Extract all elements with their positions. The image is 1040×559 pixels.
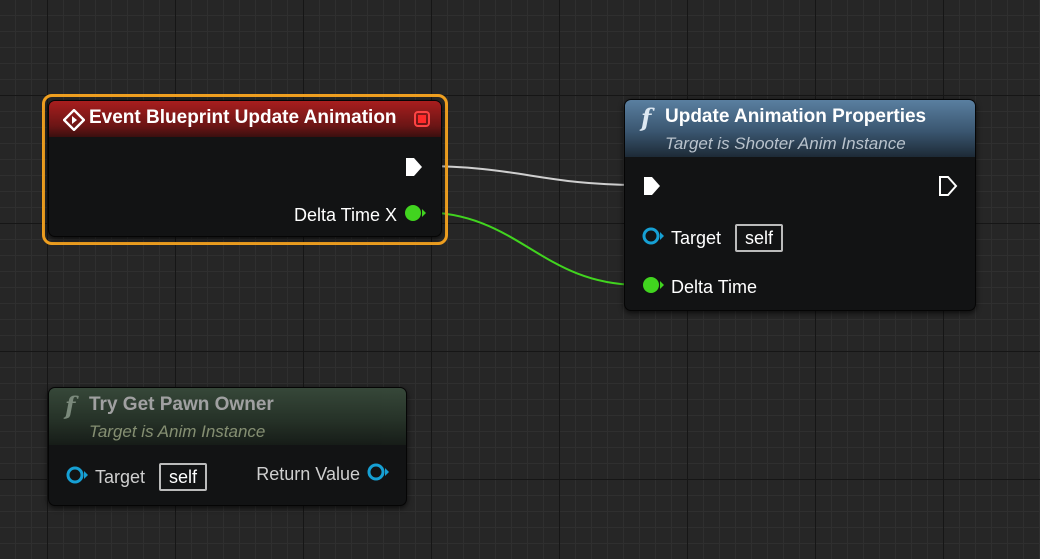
object-input-pin-icon[interactable]	[65, 465, 89, 490]
object-output-pin-icon[interactable]	[366, 462, 390, 487]
event-diamond-icon	[62, 108, 86, 137]
update-props-header: f Update Animation Properties Target is …	[625, 100, 975, 157]
stop-replicate-icon	[413, 110, 431, 134]
blueprint-graph-canvas[interactable]: Event Blueprint Update Animation Delta T…	[0, 0, 1040, 559]
try-get-pawn-target-label: Target	[95, 466, 146, 487]
try-get-pawn-target-row: Target self	[65, 463, 208, 491]
exec-output-pin-icon[interactable]	[403, 155, 425, 184]
update-props-target-label: Target	[671, 227, 722, 248]
delta-time-wire[interactable]	[419, 211, 641, 286]
object-input-pin-icon[interactable]	[641, 226, 665, 251]
exec-wire[interactable]	[419, 165, 641, 186]
exec-output-pin-icon[interactable]	[937, 174, 959, 203]
try-get-pawn-header: f Try Get Pawn Owner Target is Anim Inst…	[49, 388, 406, 445]
float-output-pin-icon[interactable]	[403, 203, 427, 228]
update-props-target-row: Target self	[641, 224, 784, 252]
try-get-pawn-owner-node[interactable]: f Try Get Pawn Owner Target is Anim Inst…	[48, 387, 407, 506]
try-get-pawn-subtitle: Target is Anim Instance	[89, 422, 266, 441]
update-props-subtitle: Target is Shooter Anim Instance	[665, 134, 906, 153]
function-icon: f	[65, 391, 76, 420]
update-props-title: Update Animation Properties	[665, 106, 927, 127]
try-get-pawn-title: Try Get Pawn Owner	[89, 394, 274, 415]
float-input-pin-icon[interactable]	[641, 275, 665, 300]
delta-time-x-pin-row: Delta Time X	[288, 203, 427, 228]
try-get-pawn-return-row: Return Value	[250, 462, 390, 487]
event-blueprint-update-animation-node[interactable]: Event Blueprint Update Animation Delta T…	[48, 100, 442, 237]
update-props-delta-row: Delta Time	[641, 275, 763, 300]
exec-input-pin-icon[interactable]	[641, 174, 663, 203]
event-node-header: Event Blueprint Update Animation	[49, 101, 441, 137]
update-animation-properties-node[interactable]: f Update Animation Properties Target is …	[624, 99, 976, 311]
event-node-title: Event Blueprint Update Animation	[89, 107, 397, 128]
update-props-delta-label: Delta Time	[671, 277, 758, 297]
update-props-self-field[interactable]: self	[735, 224, 784, 252]
delta-time-x-label: Delta Time X	[293, 205, 397, 225]
try-get-pawn-self-field[interactable]: self	[159, 463, 208, 491]
function-icon: f	[641, 103, 652, 132]
try-get-pawn-return-label: Return Value	[256, 464, 360, 484]
